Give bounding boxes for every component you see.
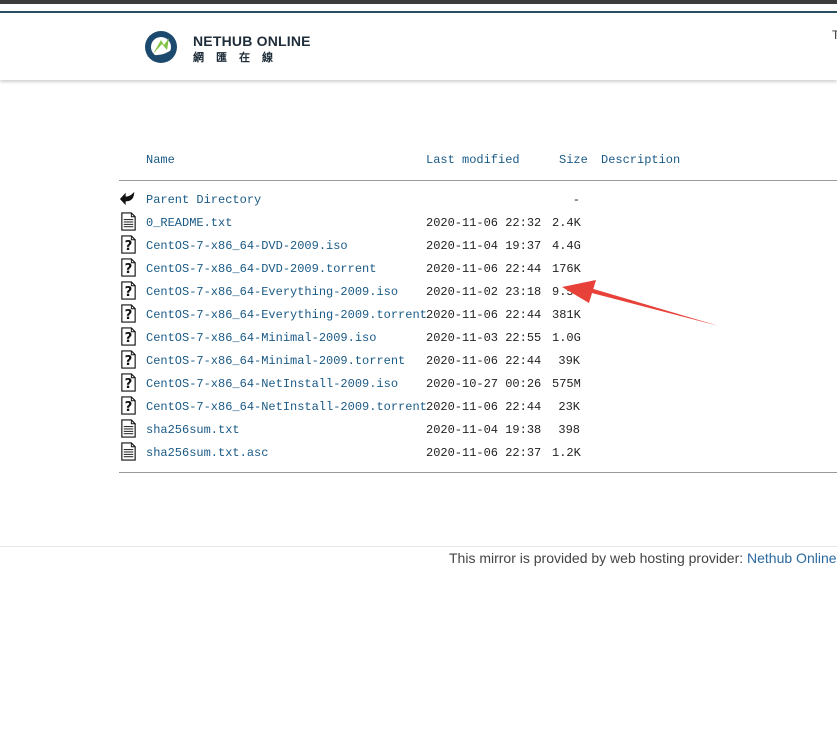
header-edge-text: T (832, 28, 837, 42)
file-size: 575M (552, 377, 581, 391)
file-size: 176K (552, 262, 581, 276)
file-modified-date: 2020-11-02 23:18 (426, 285, 542, 299)
footer-text: This mirror is provided by web hosting p… (449, 550, 748, 566)
unknown-file-icon: ? (119, 396, 138, 416)
logo-chinese-text: 網匯在線 (193, 52, 285, 64)
file-size: 2.4K (552, 216, 581, 230)
file-modified-date: 2020-11-06 22:44 (426, 354, 542, 368)
unknown-file-icon: ? (119, 258, 138, 278)
text-file-icon (119, 419, 138, 439)
file-size: 39K (558, 354, 580, 368)
file-link[interactable]: CentOS-7-x86_64-Minimal-2009.torrent (146, 354, 405, 368)
file-size: 398 (558, 423, 580, 437)
listing-row: ? CentOS-7-x86_64-NetInstall-2009.torrent… (0, 395, 837, 417)
svg-text:?: ? (125, 239, 133, 254)
unknown-file-icon: ? (119, 327, 138, 347)
file-link[interactable]: CentOS-7-x86_64-Minimal-2009.iso (146, 331, 376, 345)
file-link[interactable]: CentOS-7-x86_64-Everything-2009.iso (146, 285, 398, 299)
text-file-icon (119, 442, 138, 462)
file-link[interactable]: Parent Directory (146, 193, 261, 207)
page-footer-divider (0, 546, 837, 547)
file-modified-date: 2020-11-06 22:37 (426, 446, 542, 460)
file-link[interactable]: sha256sum.txt.asc (146, 446, 268, 460)
column-description-header[interactable]: Description (601, 153, 680, 167)
unknown-file-icon: ? (119, 235, 138, 255)
listing-row: Parent Directory - (0, 188, 837, 210)
listing-row: ? CentOS-7-x86_64-NetInstall-2009.iso 2020… (0, 372, 837, 394)
svg-text:?: ? (125, 262, 133, 277)
listing-row: ? CentOS-7-x86_64-Minimal-2009.torrent 202… (0, 349, 837, 371)
listing-row: ? CentOS-7-x86_64-DVD-2009.torrent 2020-11… (0, 257, 837, 279)
file-link[interactable]: CentOS-7-x86_64-DVD-2009.torrent (146, 262, 376, 276)
svg-text:?: ? (125, 354, 133, 369)
file-size: 4.4G (552, 239, 581, 253)
svg-text:?: ? (125, 308, 133, 323)
file-link[interactable]: CentOS-7-x86_64-DVD-2009.iso (146, 239, 348, 253)
file-size: - (572, 193, 580, 207)
file-link[interactable]: 0_README.txt (146, 216, 232, 230)
file-modified-date: 2020-11-06 22:44 (426, 400, 542, 414)
unknown-file-icon: ? (119, 304, 138, 324)
svg-text:?: ? (125, 400, 133, 415)
file-modified-date: 2020-11-03 22:55 (426, 331, 542, 345)
unknown-file-icon: ? (119, 350, 138, 370)
file-link[interactable]: CentOS-7-x86_64-NetInstall-2009.torrent (146, 400, 427, 414)
browser-top-bar (0, 0, 837, 4)
column-modified-header[interactable]: Last modified (426, 153, 520, 167)
file-size: 381K (552, 308, 581, 322)
svg-text:?: ? (125, 285, 133, 300)
column-name-header[interactable]: Name (146, 153, 175, 167)
file-modified-date: 2020-10-27 00:26 (426, 377, 542, 391)
nethub-logo-icon (145, 31, 177, 63)
file-size: 23K (558, 400, 580, 414)
file-modified-date: 2020-11-06 22:32 (426, 216, 542, 230)
listing-row: sha256sum.txt.asc 2020-11-06 22:37 1.2K (0, 441, 837, 463)
listing-row: ? CentOS-7-x86_64-Minimal-2009.iso 2020-11… (0, 326, 837, 348)
listing-row: 0_README.txt 2020-11-06 22:32 2.4K (0, 211, 837, 233)
unknown-file-icon: ? (119, 373, 138, 393)
mirror-footer: This mirror is provided by web hosting p… (449, 550, 837, 566)
file-size: 1.2K (552, 446, 581, 460)
listing-row: sha256sum.txt 2020-11-04 19:38 398 (0, 418, 837, 440)
unknown-file-icon: ? (119, 281, 138, 301)
file-size: 9.5G (552, 285, 581, 299)
file-modified-date: 2020-11-06 22:44 (426, 308, 542, 322)
listing-row: ? CentOS-7-x86_64-Everything-2009.torrent… (0, 303, 837, 325)
file-modified-date: 2020-11-04 19:38 (426, 423, 542, 437)
file-link[interactable]: sha256sum.txt (146, 423, 240, 437)
file-modified-date: 2020-11-04 19:37 (426, 239, 542, 253)
header-divider (119, 180, 837, 181)
file-modified-date: 2020-11-06 22:44 (426, 262, 542, 276)
svg-text:?: ? (125, 377, 133, 392)
column-size-header[interactable]: Size (559, 153, 588, 167)
file-link[interactable]: CentOS-7-x86_64-Everything-2009.torrent (146, 308, 427, 322)
footer-divider (119, 472, 837, 473)
footer-provider-link[interactable]: Nethub Online (747, 550, 837, 566)
text-file-icon (119, 212, 138, 232)
file-link[interactable]: CentOS-7-x86_64-NetInstall-2009.iso (146, 377, 398, 391)
listing-row: ? CentOS-7-x86_64-DVD-2009.iso 2020-11-04 … (0, 234, 837, 256)
logo-english-text: NETHUB ONLINE (193, 33, 311, 49)
site-header: NETHUB ONLINE 網匯在線 T (0, 13, 837, 80)
listing-row: ? CentOS-7-x86_64-Everything-2009.iso 2020… (0, 280, 837, 302)
svg-text:?: ? (125, 331, 133, 346)
back-arrow-icon (119, 189, 138, 209)
file-size: 1.0G (552, 331, 581, 345)
